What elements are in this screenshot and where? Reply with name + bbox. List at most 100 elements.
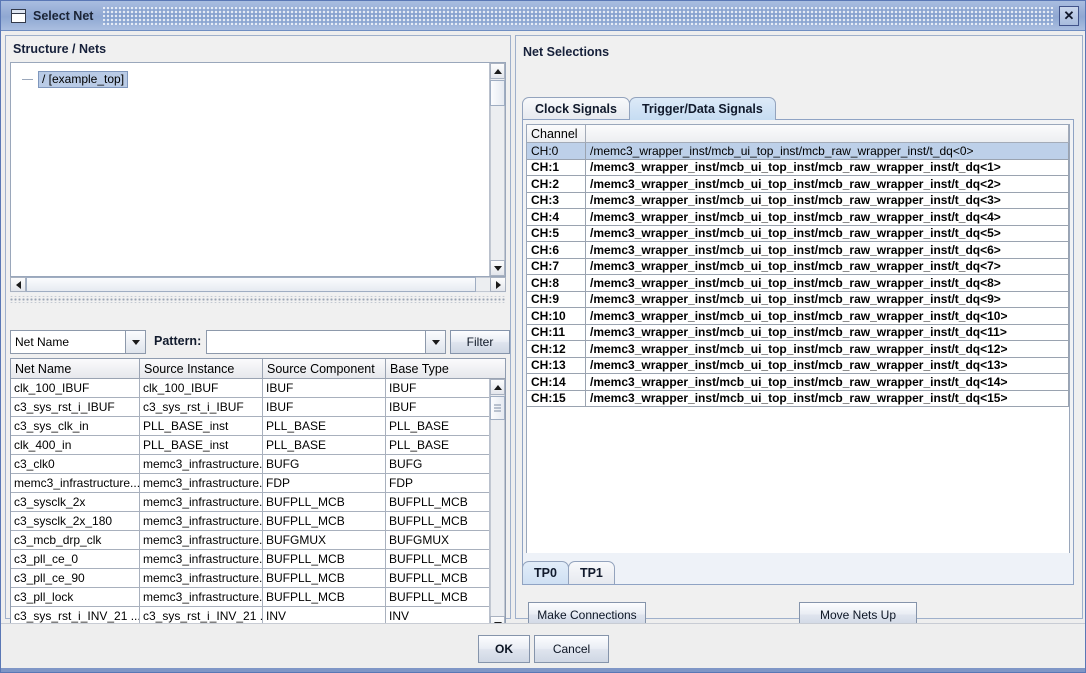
net-scope-combo[interactable]: Net Name xyxy=(10,330,146,354)
channel-id: CH:13 xyxy=(527,357,586,374)
channel-row[interactable]: CH:3/memc3_wrapper_inst/mcb_ui_top_inst/… xyxy=(527,192,1069,209)
structure-tree[interactable]: / [example_top] xyxy=(10,62,506,277)
channel-list[interactable]: Channel CH:0/memc3_wrapper_inst/mcb_ui_t… xyxy=(526,124,1070,556)
tree-item-label: / [example_top] xyxy=(38,70,129,88)
table-cell: memc3_infrastructure... xyxy=(139,530,263,550)
channel-row[interactable]: CH:14/memc3_wrapper_inst/mcb_ui_top_inst… xyxy=(527,373,1069,391)
channel-list-container: Channel CH:0/memc3_wrapper_inst/mcb_ui_t… xyxy=(522,119,1074,559)
channel-table: Channel CH:0/memc3_wrapper_inst/mcb_ui_t… xyxy=(527,125,1069,407)
channel-row[interactable]: CH:15/memc3_wrapper_inst/mcb_ui_top_inst… xyxy=(527,390,1069,407)
chevron-down-icon[interactable] xyxy=(125,331,145,353)
pattern-chevron-down-icon[interactable] xyxy=(425,331,445,353)
channel-row[interactable]: CH:5/memc3_wrapper_inst/mcb_ui_top_inst/… xyxy=(527,225,1069,242)
channel-row[interactable]: CH:13/memc3_wrapper_inst/mcb_ui_top_inst… xyxy=(527,357,1069,374)
pattern-input[interactable] xyxy=(206,330,446,354)
table-cell: IBUF xyxy=(385,378,505,398)
column-header-net-name[interactable]: Net Name xyxy=(11,359,140,379)
column-header-source-instance[interactable]: Source Instance xyxy=(139,359,263,379)
tree-expand-icon[interactable] xyxy=(21,75,35,84)
table-cell: c3_sysclk_2x_180 xyxy=(11,511,140,531)
table-cell: c3_pll_lock xyxy=(11,587,140,607)
channel-id: CH:14 xyxy=(527,373,586,391)
nets-vsb-track[interactable] xyxy=(490,395,505,616)
panel-splitter[interactable] xyxy=(10,296,506,303)
nets-vsb-grip-icon xyxy=(494,404,501,412)
table-cell: BUFPLL_MCB xyxy=(385,492,505,512)
channel-row[interactable]: CH:2/memc3_wrapper_inst/mcb_ui_top_inst/… xyxy=(527,175,1069,193)
nets-scroll-up-icon[interactable] xyxy=(490,379,505,395)
table-row[interactable]: c3_sys_rst_i_IBUF c3_sys_rst_i_IBUF IBUF IB… xyxy=(11,397,505,417)
table-cell: c3_sysclk_2x xyxy=(11,492,140,512)
pattern-label: Pattern: xyxy=(154,334,202,348)
table-row[interactable]: clk_400_in PLL_BASE_inst PLL_BASE PLL_BASE xyxy=(11,435,505,455)
nets-table-body: clk_100_IBUF clk_100_IBUF IBUF IBUF c3_sys_r… xyxy=(11,378,505,649)
tab-tp1[interactable]: TP1 xyxy=(567,561,615,584)
title-bar: Select Net ✕ xyxy=(1,1,1085,31)
channel-id: CH:10 xyxy=(527,307,586,325)
column-header-net[interactable] xyxy=(585,125,1069,143)
net-selections-title: Net Selections xyxy=(523,45,610,59)
table-row[interactable]: c3_clk0 memc3_infrastructure... BUFG BUFG xyxy=(11,454,505,474)
channel-row[interactable]: CH:10/memc3_wrapper_inst/mcb_ui_top_inst… xyxy=(527,307,1069,325)
tab-clock-signals[interactable]: Clock Signals xyxy=(522,97,630,120)
nets-vertical-scrollbar[interactable] xyxy=(489,379,505,632)
cancel-button[interactable]: Cancel xyxy=(534,635,609,663)
table-row[interactable]: c3_sysclk_2x_180 memc3_infrastructure... B… xyxy=(11,511,505,531)
table-row[interactable]: memc3_infrastructure... memc3_infrastruct… xyxy=(11,473,505,493)
table-cell: clk_100_IBUF xyxy=(11,378,140,398)
table-cell: IBUF xyxy=(385,397,505,417)
channel-net-path: /memc3_wrapper_inst/mcb_ui_top_inst/mcb_… xyxy=(585,258,1069,275)
select-net-dialog: Select Net ✕ Structure / Nets / [example… xyxy=(0,0,1086,673)
tree-vsb-track[interactable] xyxy=(490,79,505,260)
table-row[interactable]: c3_sys_clk_in PLL_BASE_inst PLL_BASE PLL_BA… xyxy=(11,416,505,436)
channel-net-path: /memc3_wrapper_inst/mcb_ui_top_inst/mcb_… xyxy=(585,225,1069,242)
channel-row[interactable]: CH:8/memc3_wrapper_inst/mcb_ui_top_inst/… xyxy=(527,274,1069,292)
table-cell: FDP xyxy=(385,473,505,493)
title-bar-texture xyxy=(103,6,1053,25)
table-cell: c3_mcb_drp_clk xyxy=(11,530,140,550)
table-cell: c3_pll_ce_0 xyxy=(11,549,140,569)
tree-vertical-scrollbar[interactable] xyxy=(489,63,505,276)
tree-scroll-up-icon[interactable] xyxy=(490,63,505,79)
nets-table-header-row: Net Name Source Instance Source Componen… xyxy=(11,359,505,379)
channel-id: CH:7 xyxy=(527,258,586,275)
channel-id: CH:9 xyxy=(527,291,586,308)
nets-vsb-thumb[interactable] xyxy=(490,396,505,420)
ok-button[interactable]: OK xyxy=(478,635,530,663)
channel-row[interactable]: CH:7/memc3_wrapper_inst/mcb_ui_top_inst/… xyxy=(527,258,1069,275)
column-header-base-type[interactable]: Base Type xyxy=(385,359,505,379)
tree-vsb-thumb[interactable] xyxy=(490,80,505,106)
tab-trigger-data-signals[interactable]: Trigger/Data Signals xyxy=(628,97,776,120)
table-row[interactable]: c3_pll_ce_90 memc3_infrastructure... BUFPL… xyxy=(11,568,505,588)
column-header-source-component[interactable]: Source Component xyxy=(262,359,386,379)
channel-row[interactable]: CH:12/memc3_wrapper_inst/mcb_ui_top_inst… xyxy=(527,340,1069,358)
table-row[interactable]: clk_100_IBUF clk_100_IBUF IBUF IBUF xyxy=(11,378,505,398)
channel-row[interactable]: CH:4/memc3_wrapper_inst/mcb_ui_top_inst/… xyxy=(527,208,1069,226)
channel-row[interactable]: CH:1/memc3_wrapper_inst/mcb_ui_top_inst/… xyxy=(527,159,1069,176)
tree-scroll-right-icon[interactable] xyxy=(490,277,506,292)
tree-scroll-down-icon[interactable] xyxy=(490,260,505,276)
table-row[interactable]: c3_pll_lock memc3_infrastructure... BUFPLL… xyxy=(11,587,505,607)
channel-row[interactable]: CH:11/memc3_wrapper_inst/mcb_ui_top_inst… xyxy=(527,324,1069,341)
channel-row[interactable]: CH:9/memc3_wrapper_inst/mcb_ui_top_inst/… xyxy=(527,291,1069,308)
channel-row[interactable]: CH:0/memc3_wrapper_inst/mcb_ui_top_inst/… xyxy=(527,142,1069,160)
tree-horizontal-scrollbar[interactable] xyxy=(10,277,506,293)
filter-button[interactable]: Filter xyxy=(450,330,510,354)
table-cell: BUFPLL_MCB xyxy=(385,568,505,588)
table-row[interactable]: c3_mcb_drp_clk memc3_infrastructure... BUF… xyxy=(11,530,505,550)
table-cell: BUFGMUX xyxy=(385,530,505,550)
table-cell: BUFPLL_MCB xyxy=(262,568,386,588)
nets-table[interactable]: Net Name Source Instance Source Componen… xyxy=(10,358,506,650)
table-cell: memc3_infrastructure... xyxy=(139,454,263,474)
table-cell: BUFG xyxy=(262,454,386,474)
channel-row[interactable]: CH:6/memc3_wrapper_inst/mcb_ui_top_inst/… xyxy=(527,241,1069,259)
tree-hsb-thumb[interactable] xyxy=(26,277,476,292)
column-header-channel[interactable]: Channel xyxy=(527,125,586,143)
tree-scroll-left-icon[interactable] xyxy=(10,277,26,292)
channel-id: CH:8 xyxy=(527,274,586,292)
tab-tp0[interactable]: TP0 xyxy=(522,561,569,584)
table-row[interactable]: c3_pll_ce_0 memc3_infrastructure... BUFPLL… xyxy=(11,549,505,569)
table-row[interactable]: c3_sysclk_2x memc3_infrastructure... BUFPL… xyxy=(11,492,505,512)
close-icon[interactable]: ✕ xyxy=(1059,5,1079,26)
tree-item-root[interactable]: / [example_top] xyxy=(21,70,129,88)
